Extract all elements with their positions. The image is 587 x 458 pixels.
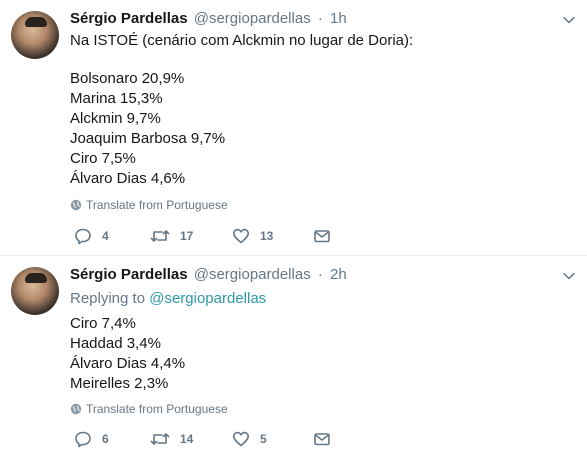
- direct-message-button[interactable]: [313, 227, 341, 245]
- chevron-down-icon[interactable]: [563, 270, 575, 282]
- avatar[interactable]: [11, 11, 59, 59]
- tweet[interactable]: Sérgio Pardellas @sergiopardellas · 1h N…: [0, 0, 587, 255]
- retweet-button[interactable]: 17: [150, 227, 193, 245]
- tweet-text-line: Ciro 7,4%: [70, 315, 136, 332]
- translate-link[interactable]: Translate from Portuguese: [70, 402, 228, 416]
- globe-icon: [70, 199, 82, 211]
- tweet[interactable]: Sérgio Pardellas @sergiopardellas · 2h R…: [0, 255, 587, 458]
- tweet-text-line: Ciro 7,5%: [70, 150, 136, 167]
- tweet-header: Sérgio Pardellas @sergiopardellas · 2h: [70, 265, 347, 285]
- tweet-text-line: Haddad 3,4%: [70, 335, 161, 352]
- envelope-icon: [314, 433, 330, 446]
- reply-count: 6: [102, 432, 109, 446]
- tweet-text-line: Bolsonaro 20,9%: [70, 70, 185, 87]
- replying-to-label: Replying to: [70, 290, 146, 307]
- like-count: 5: [260, 432, 267, 446]
- author-handle[interactable]: @sergiopardellas: [194, 266, 311, 283]
- avatar[interactable]: [11, 267, 59, 315]
- author-handle[interactable]: @sergiopardellas: [194, 10, 311, 27]
- tweet-text-line: Álvaro Dias 4,6%: [70, 170, 186, 187]
- tweet-text-line: Álvaro Dias 4,4%: [70, 355, 186, 372]
- timestamp[interactable]: 2h: [330, 266, 347, 283]
- tweet-text-line: Meirelles 2,3%: [70, 375, 169, 392]
- like-count: 13: [260, 229, 274, 243]
- chevron-down-icon[interactable]: [563, 14, 575, 26]
- retweet-icon: [150, 230, 170, 242]
- retweet-count: 14: [180, 432, 194, 446]
- tweet-actions: 6 14 5: [70, 430, 340, 450]
- reply-button[interactable]: 4: [74, 227, 109, 245]
- retweet-button[interactable]: 14: [150, 430, 193, 448]
- tweet-text-line: Marina 15,3%: [70, 90, 163, 107]
- envelope-icon: [314, 230, 330, 243]
- tweet-text-line: Joaquim Barbosa 9,7%: [70, 130, 226, 147]
- author-name[interactable]: Sérgio Pardellas: [70, 266, 188, 283]
- heart-icon: [233, 431, 249, 447]
- tweet-actions: 4 17 13: [70, 227, 340, 247]
- tweet-header: Sérgio Pardellas @sergiopardellas · 1h: [70, 9, 347, 29]
- translate-label[interactable]: Translate from Portuguese: [86, 402, 228, 416]
- separator: ·: [317, 266, 323, 283]
- replying-to: Replying to @sergiopardellas: [70, 289, 266, 309]
- translate-link[interactable]: Translate from Portuguese: [70, 198, 228, 212]
- globe-icon: [70, 403, 82, 415]
- tweet-text-line: Na ISTOÉ (cenário com Alckmin no lugar d…: [70, 32, 414, 49]
- translate-label[interactable]: Translate from Portuguese: [86, 198, 228, 212]
- like-button[interactable]: 13: [232, 227, 273, 245]
- retweet-count: 17: [180, 229, 194, 243]
- timestamp[interactable]: 1h: [330, 10, 347, 27]
- retweet-icon: [150, 433, 170, 445]
- reply-count: 4: [102, 229, 109, 243]
- reply-icon: [75, 431, 91, 448]
- tweet-text-line: Alckmin 9,7%: [70, 110, 161, 127]
- direct-message-button[interactable]: [313, 430, 341, 448]
- reply-button[interactable]: 6: [74, 430, 109, 448]
- replying-to-handle[interactable]: @sergiopardellas: [149, 290, 266, 307]
- heart-icon: [233, 228, 249, 244]
- separator: ·: [317, 10, 323, 27]
- like-button[interactable]: 5: [232, 430, 267, 448]
- reply-icon: [75, 228, 91, 245]
- author-name[interactable]: Sérgio Pardellas: [70, 10, 188, 27]
